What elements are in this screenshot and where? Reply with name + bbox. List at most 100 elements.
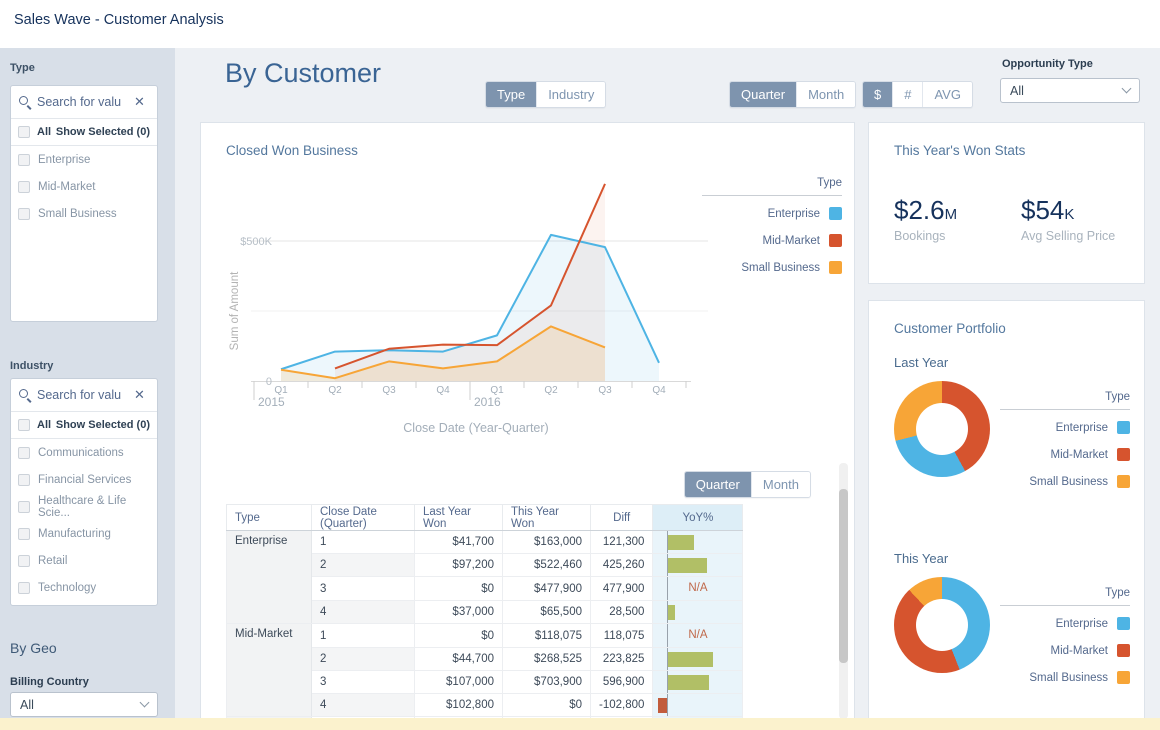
checkbox-icon[interactable] (18, 474, 30, 486)
chart-legend-item-small-business[interactable]: Small Business (702, 254, 842, 281)
checkbox-icon[interactable] (18, 419, 30, 431)
scrollbar-track[interactable] (839, 463, 848, 719)
industry-filter-item-retail[interactable]: Retail (11, 547, 157, 574)
industry-search-input[interactable] (37, 388, 129, 402)
table-row-mid-market-q1[interactable]: Mid-Market1$0$118,075118,075N/A (227, 624, 743, 648)
opportunity-type-select[interactable]: All (1000, 78, 1140, 103)
industry-filter-item-financial-services[interactable]: Financial Services (11, 466, 157, 493)
checkbox-icon[interactable] (18, 126, 30, 138)
x-axis-label: Close Date (Year-Quarter) (403, 421, 548, 435)
billing-country-value: All (20, 698, 34, 712)
quarter-cell: 3 (312, 577, 415, 601)
yoy-cell (653, 601, 743, 624)
yoy-cell: N/A (653, 577, 743, 601)
avg-selling-price-value: $54K (1021, 195, 1148, 226)
avg-selling-price-stat: $54K Avg Selling Price (1021, 195, 1148, 243)
type-search-input[interactable] (37, 95, 129, 109)
chart-legend-title: Type (702, 177, 842, 195)
search-icon (18, 388, 32, 402)
quarter-cell: 1 (312, 531, 415, 554)
chart-legend-item-enterprise[interactable]: Enterprise (702, 200, 842, 227)
this-year-legend: TypeEnterpriseMid-MarketSmall Business (1000, 587, 1130, 691)
industry-filter-label: Industry (10, 360, 53, 372)
table-row-enterprise-q1[interactable]: Enterprise1$41,700$163,000121,300 (227, 531, 743, 554)
svg-text:Q4: Q4 (652, 385, 666, 396)
period-option-month[interactable]: Month (796, 82, 855, 107)
industry-filter-item-technology[interactable]: Technology (11, 574, 157, 601)
closed-won-chart[interactable]: Q1Q2Q3Q4Q1Q2Q3Q4201520160$500KSum of Amo… (226, 176, 726, 446)
checkbox-icon[interactable] (18, 528, 30, 540)
measure-option--[interactable]: # (892, 82, 922, 107)
last-year-donut-chart[interactable] (894, 381, 990, 477)
period-option-quarter[interactable]: Quarter (730, 82, 796, 107)
checkbox-icon[interactable] (18, 501, 30, 513)
this-year-won-cell: $477,900 (503, 577, 591, 601)
portfolio-title: Customer Portfolio (894, 321, 1006, 336)
type-filter-all-row[interactable]: All Show Selected (0) (11, 119, 157, 146)
checkbox-icon[interactable] (18, 555, 30, 567)
table-period-option-month[interactable]: Month (751, 472, 810, 497)
customer-portfolio-card: Customer Portfolio Last Year TypeEnterpr… (868, 300, 1145, 730)
filter-item-label: Small Business (38, 208, 117, 220)
chart-legend-item-mid-market[interactable]: Mid-Market (702, 227, 842, 254)
dimension-toggle: TypeIndustry (485, 81, 606, 108)
app-header: Sales Wave - Customer Analysis (0, 0, 1160, 48)
this-year-donut-chart[interactable] (894, 577, 990, 673)
industry-filter-item-manufacturing[interactable]: Manufacturing (11, 520, 157, 547)
show-selected-link[interactable]: Show Selected (0) (56, 419, 150, 431)
last-year-legend-item-enterprise[interactable]: Enterprise (1000, 414, 1130, 441)
svg-text:Q2: Q2 (544, 385, 558, 396)
chevron-down-icon (140, 698, 150, 708)
by-geo-heading: By Geo (10, 640, 57, 656)
yoy-bar (668, 675, 709, 690)
last-year-won-cell: $41,700 (415, 531, 503, 554)
last-year-won-cell: $107,000 (415, 671, 503, 694)
legend-swatch-small-business (829, 261, 842, 274)
yoy-cell (653, 648, 743, 671)
last-year-legend-item-mid-market[interactable]: Mid-Market (1000, 441, 1130, 468)
clear-search-icon[interactable]: ✕ (134, 94, 145, 110)
diff-cell: 425,260 (591, 554, 653, 577)
column-header-diff: Diff (591, 505, 653, 531)
legend-label: Small Business (741, 262, 820, 274)
checkbox-icon[interactable] (18, 181, 30, 193)
filter-item-label: Financial Services (38, 474, 131, 486)
dimension-option-type[interactable]: Type (486, 82, 536, 107)
legend-divider (1000, 605, 1130, 606)
show-selected-link[interactable]: Show Selected (0) (56, 126, 150, 138)
all-label[interactable]: All (37, 419, 51, 431)
industry-filter-search-row: ✕ (11, 379, 157, 412)
dashboard-main: By Customer TypeIndustry QuarterMonth $#… (175, 48, 1160, 730)
industry-filter-item-communications[interactable]: Communications (11, 439, 157, 466)
this-year-legend-item-enterprise[interactable]: Enterprise (1000, 610, 1130, 637)
table-period-toggle: QuarterMonth (684, 471, 811, 498)
measure-option-avg[interactable]: AVG (922, 82, 972, 107)
filter-item-label: Enterprise (38, 154, 90, 166)
checkbox-icon[interactable] (18, 582, 30, 594)
industry-filter-card: ✕ All Show Selected (0) Communications Fi… (10, 378, 158, 606)
scrollbar-thumb[interactable] (839, 489, 848, 663)
checkbox-icon[interactable] (18, 208, 30, 220)
this-year-won-cell: $163,000 (503, 531, 591, 554)
clear-search-icon[interactable]: ✕ (134, 387, 145, 403)
this-year-legend-item-small-business[interactable]: Small Business (1000, 664, 1130, 691)
type-filter-item-enterprise[interactable]: Enterprise (11, 146, 157, 173)
industry-filter-item-healthcare-life-scie-[interactable]: Healthcare & Life Scie... (11, 493, 157, 520)
industry-filter-items: Communications Financial Services Healthca… (11, 439, 157, 601)
industry-filter-all-row[interactable]: All Show Selected (0) (11, 412, 157, 439)
type-filter-item-mid-market[interactable]: Mid-Market (11, 173, 157, 200)
page-title: By Customer (225, 58, 381, 89)
type-filter-item-small-business[interactable]: Small Business (11, 200, 157, 227)
measure-option--[interactable]: $ (863, 82, 892, 107)
all-label[interactable]: All (37, 126, 51, 138)
billing-country-select[interactable]: All (10, 692, 158, 717)
checkbox-icon[interactable] (18, 447, 30, 459)
last-year-legend-item-small-business[interactable]: Small Business (1000, 468, 1130, 495)
dimension-option-industry[interactable]: Industry (536, 82, 605, 107)
checkbox-icon[interactable] (18, 154, 30, 166)
yoy-cell (653, 554, 743, 577)
this-year-legend-item-mid-market[interactable]: Mid-Market (1000, 637, 1130, 664)
quarter-cell: 2 (312, 648, 415, 671)
table-period-option-quarter[interactable]: Quarter (685, 472, 751, 497)
this-year-won-cell: $118,075 (503, 624, 591, 648)
